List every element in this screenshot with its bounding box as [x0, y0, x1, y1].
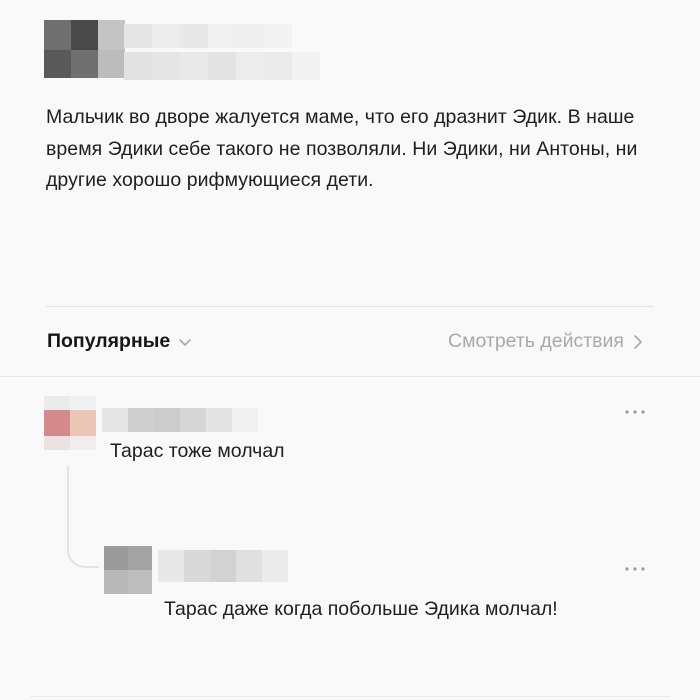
- sort-label: Популярные: [47, 330, 171, 352]
- comment-text: Тарас тоже молчал: [110, 440, 285, 462]
- post-author-avatar[interactable]: [44, 20, 125, 78]
- comments-sort-dropdown[interactable]: Популярные: [47, 330, 192, 353]
- chevron-right-icon: [634, 334, 642, 349]
- comment-avatar[interactable]: [44, 396, 96, 450]
- reply-thread-line: [67, 466, 99, 568]
- divider: [46, 306, 654, 307]
- reply-avatar[interactable]: [104, 546, 152, 594]
- reply-author-name-blurred[interactable]: [158, 550, 288, 582]
- post-text: Мальчик во дворе жалуется маме, что его …: [46, 106, 638, 191]
- view-actions-label: Смотреть действия: [448, 330, 624, 352]
- reply-text: Тарас даже когда побольше Эдика молчал!: [164, 598, 558, 620]
- divider: [0, 376, 700, 377]
- chevron-down-icon: [179, 338, 192, 346]
- comment-author-name-blurred[interactable]: [102, 408, 258, 432]
- view-actions-link[interactable]: Смотреть действия: [448, 330, 644, 353]
- divider: [30, 696, 670, 697]
- more-dots-icon[interactable]: [623, 564, 647, 574]
- more-dots-icon[interactable]: [623, 407, 647, 417]
- post-author-name-blurred[interactable]: [124, 24, 292, 48]
- post-date-blurred: [124, 52, 320, 80]
